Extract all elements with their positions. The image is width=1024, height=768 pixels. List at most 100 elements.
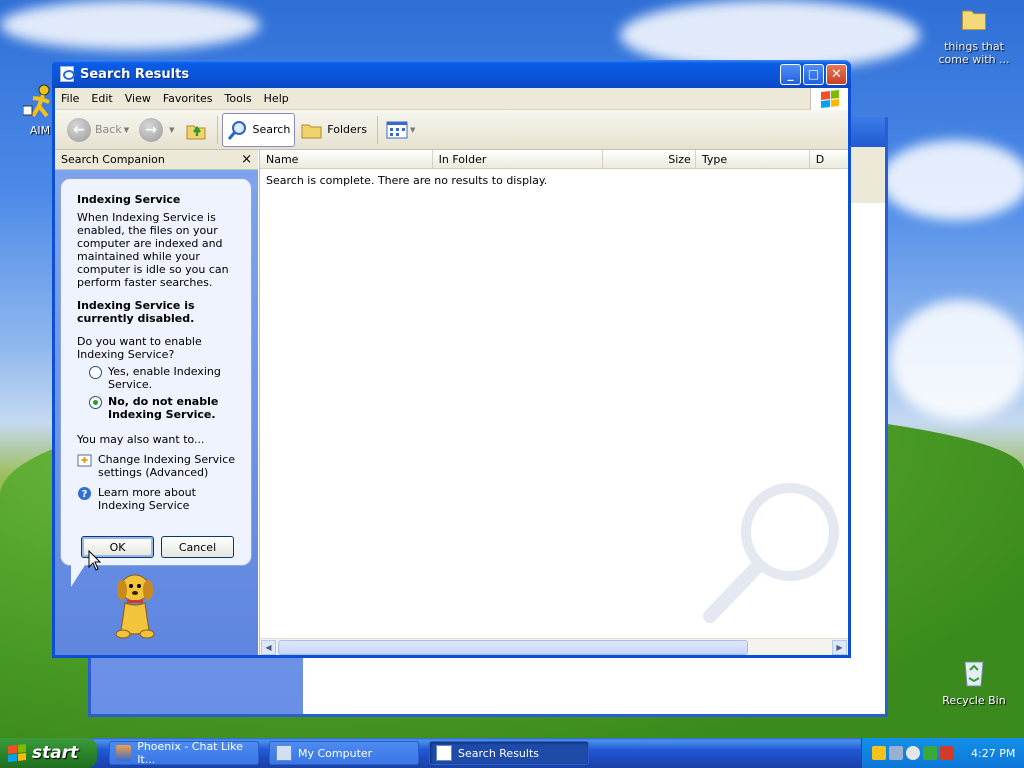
settings-icon [77,454,92,467]
search-dog-icon [115,574,155,639]
mouse-cursor-icon [88,550,102,571]
radio-button[interactable] [89,366,102,379]
close-button[interactable]: ✕ [826,63,847,85]
magnifier-watermark-icon [703,483,839,623]
views-button[interactable]: ▼ [382,113,419,147]
column-type[interactable]: Type [696,150,810,168]
task-label: My Computer [298,746,373,760]
link-learn-more[interactable]: ? Learn more about Indexing Service [77,486,239,512]
toolbar-separator [377,115,379,144]
my-computer-icon [276,745,292,761]
scroll-left-icon[interactable]: ◀ [261,640,276,655]
balloon-intro: When Indexing Service is enabled, the fi… [77,211,229,289]
windows-logo [810,88,848,110]
empty-message: Search is complete. There are no results… [266,174,548,187]
search-companion-pane: Indexing Service When Indexing Service i… [55,170,258,655]
update-tray-icon[interactable] [923,746,937,760]
results-list[interactable]: Name In Folder Size Type D Search is com… [259,150,848,655]
close-pane-button[interactable]: × [241,152,252,167]
help-icon: ? [78,487,91,500]
cloud [880,140,1024,220]
volume-tray-icon[interactable] [906,746,920,760]
desktop-icon-label: Recycle Bin [942,694,1006,707]
recycle-bin-icon [964,661,984,687]
forward-dropdown-icon[interactable]: ▼ [169,126,174,134]
minimize-button[interactable]: _ [780,63,801,85]
scrollbar-thumb[interactable] [278,640,748,655]
menu-bar: File Edit View Favorites Tools Help [55,88,848,110]
maximize-button[interactable]: □ [803,63,824,85]
menu-tools[interactable]: Tools [219,92,258,105]
folders-label: Folders [327,123,368,136]
search-companion-title: Search Companion [61,153,165,166]
column-in-folder[interactable]: In Folder [433,150,604,168]
task-my-computer[interactable]: My Computer [269,741,419,765]
minimize-icon: _ [787,67,794,81]
maximize-icon: □ [807,67,820,81]
desktop-icon-label: things that come with ... [938,40,1010,66]
search-companion-header: Search Companion × [55,150,258,170]
search-button[interactable]: Search [221,112,296,147]
task-phoenix[interactable]: Phoenix - Chat Like It... [109,740,259,766]
column-headers: Name In Folder Size Type D [260,150,848,169]
cloud [0,0,260,50]
forward-button[interactable]: → ▼ [135,113,178,147]
search-results-window[interactable]: Search Results _ □ ✕ File Edit View Favo… [52,60,851,658]
column-name[interactable]: Name [260,150,433,168]
window-title: Search Results [80,66,190,82]
windows-flag-icon [8,744,26,762]
views-dropdown-icon[interactable]: ▼ [410,126,415,134]
menu-edit[interactable]: Edit [85,92,118,105]
browser-icon [116,745,132,761]
system-tray: 4:27 PM [861,738,1024,768]
search-label: Search [252,123,291,136]
menu-help[interactable]: Help [258,92,295,105]
horizontal-scrollbar[interactable]: ◀ ▶ [260,638,848,655]
aim-tray-icon[interactable] [872,746,886,760]
background-window-toolbar [849,147,885,203]
menu-file[interactable]: File [55,92,85,105]
clock[interactable]: 4:27 PM [971,747,1015,760]
back-button[interactable]: ← Back ▼ [63,113,133,147]
link-label: Change Indexing Service settings (Advanc… [98,453,236,479]
back-dropdown-icon[interactable]: ▼ [124,126,129,134]
column-date[interactable]: D [810,150,848,168]
indexing-service-balloon: Indexing Service When Indexing Service i… [60,178,252,587]
back-arrow-icon: ← [67,117,91,142]
dialog-buttons: OK Cancel [81,536,234,558]
cancel-button[interactable]: Cancel [161,536,234,558]
taskbar: start Phoenix - Chat Like It... My Compu… [0,738,1024,768]
option-disable-indexing[interactable]: No, do not enable Indexing Service. [89,395,239,421]
desktop-icon-folder[interactable]: things that come with ... [936,4,1012,66]
network-tray-icon[interactable] [889,746,903,760]
start-button[interactable]: start [0,738,97,768]
security-shield-icon[interactable] [940,746,954,760]
link-change-settings[interactable]: Change Indexing Service settings (Advanc… [77,453,239,479]
link-label: Learn more about Indexing Service [98,486,196,512]
menu-view[interactable]: View [119,92,157,105]
desktop-icon-recycle-bin[interactable]: Recycle Bin [936,654,1012,707]
column-size[interactable]: Size [603,150,696,168]
windows-flag-icon [820,90,839,108]
menu-favorites[interactable]: Favorites [157,92,219,105]
up-button[interactable] [181,113,211,147]
indexing-question: Do you want to enable Indexing Service? [77,335,202,361]
scroll-right-icon[interactable]: ▶ [832,640,847,655]
folders-icon [301,124,322,138]
balloon-heading: Indexing Service [77,193,181,206]
radio-button-selected[interactable] [89,396,102,409]
forward-arrow-icon: → [139,117,164,142]
back-label: Back [95,123,122,136]
folder-icon [962,10,986,31]
toolbar-separator [216,115,218,144]
task-search-results[interactable]: Search Results [429,741,589,765]
option-label: Yes, enable Indexing Service. [108,365,221,391]
indexing-status: Indexing Service is currently disabled. [77,299,195,325]
folders-button[interactable]: Folders [297,113,371,147]
task-label: Phoenix - Chat Like It... [137,740,243,766]
option-enable-indexing[interactable]: Yes, enable Indexing Service. [89,365,239,391]
search-icon [227,120,246,140]
title-bar[interactable]: Search Results _ □ ✕ [52,60,851,88]
option-label: No, do not enable Indexing Service. [108,395,219,421]
also-want-text: You may also want to... [77,433,205,446]
